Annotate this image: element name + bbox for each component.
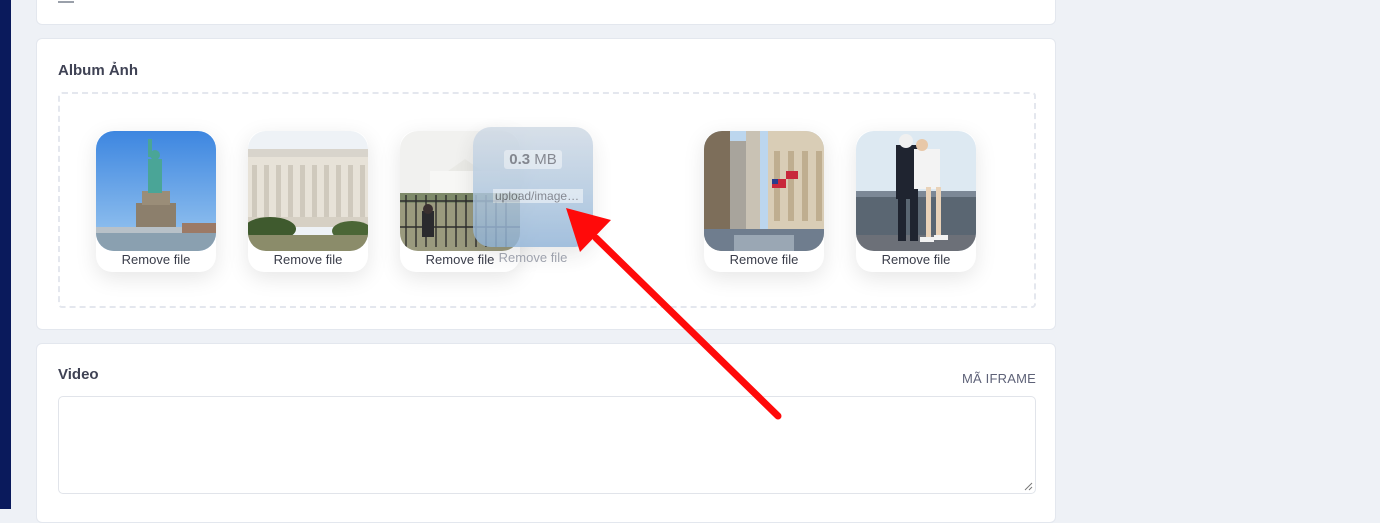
video-iframe-textarea[interactable] [58,396,1036,494]
album-card: Album Ảnh Remove file Remove file Remove… [36,38,1056,330]
file-name-label: upload/image.jpg [493,189,583,203]
album-thumbnail[interactable]: Remove file [96,131,216,272]
wall-street-photo [704,131,824,251]
file-size-label: 0.3 MB [473,150,593,169]
album-thumbnail[interactable]: Remove file [856,131,976,272]
video-title: Video [58,366,99,383]
album-dropzone[interactable]: Remove file Remove file Remove file Remo… [58,92,1036,308]
left-sidebar-rail [0,0,11,509]
remove-file-link[interactable]: Remove file [248,252,368,268]
album-thumbnail[interactable]: Remove file [248,131,368,272]
dragged-remove-file-link[interactable]: Remove file [473,250,593,265]
lincoln-memorial-photo [248,131,368,251]
statue-of-liberty-photo [96,131,216,251]
kissing-sailor-statue-photo [856,131,976,251]
remove-file-link[interactable]: Remove file [704,252,824,268]
remove-file-link[interactable]: Remove file [856,252,976,268]
album-thumbnail[interactable]: Remove file [704,131,824,272]
dragged-thumbnail-preview[interactable]: 0.3 MB upload/image.jpg [473,127,593,247]
video-card: Video MÃ IFRAME [36,343,1056,523]
iframe-code-label: MÃ IFRAME [961,371,1036,386]
collapsed-field-indicator [58,0,74,3]
resize-handle-icon[interactable] [1023,481,1033,491]
album-title: Album Ảnh [58,62,138,79]
previous-section-card [36,0,1056,25]
remove-file-link[interactable]: Remove file [96,252,216,268]
